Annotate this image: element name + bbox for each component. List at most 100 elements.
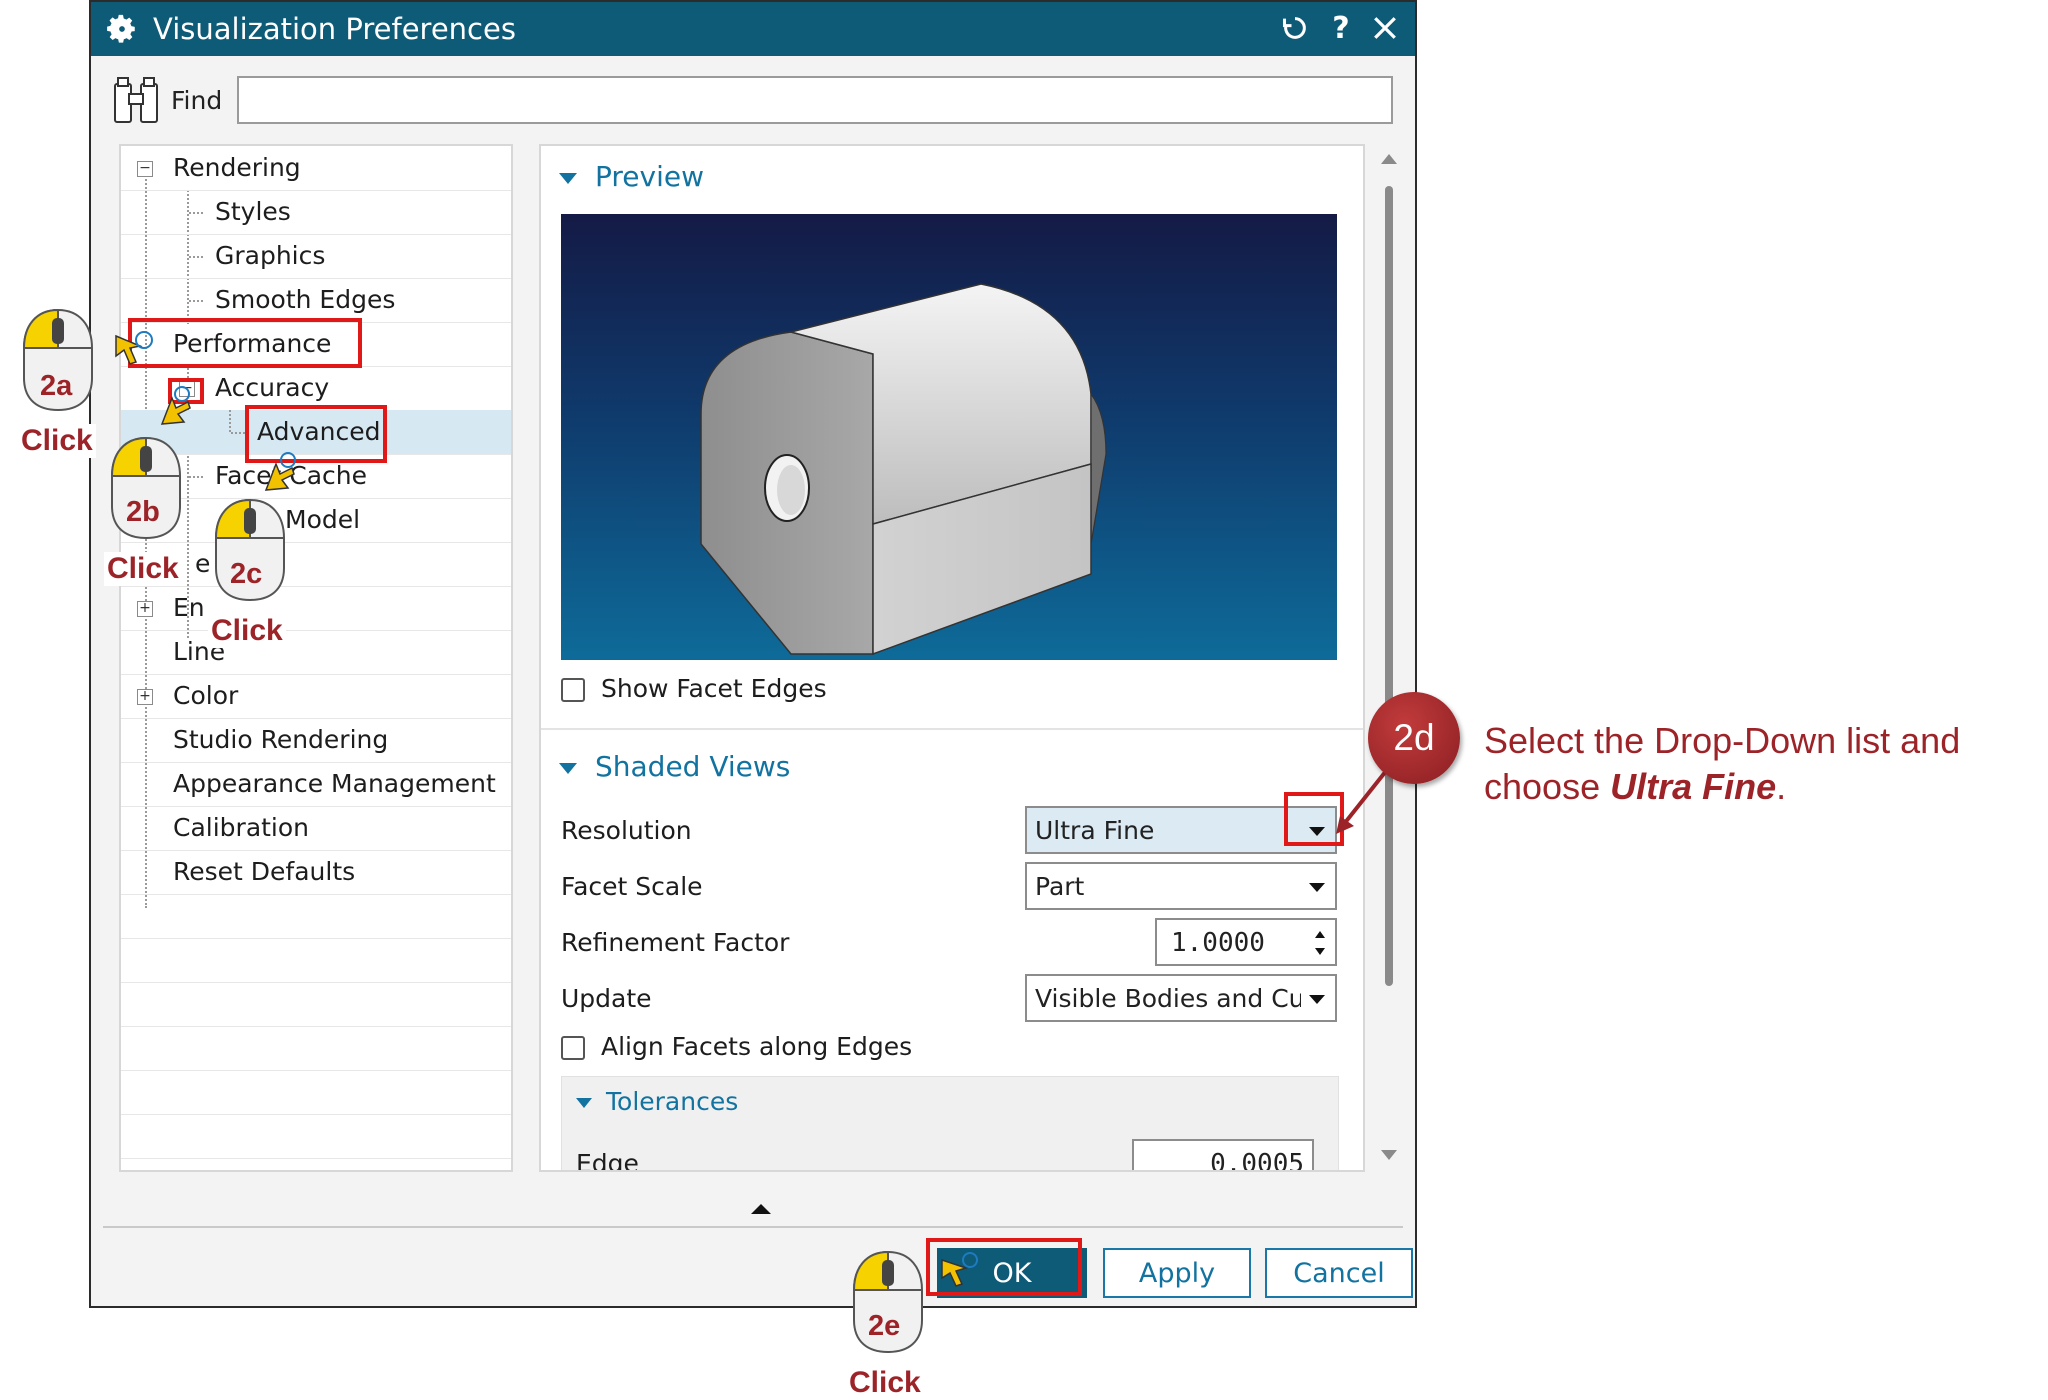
tree-item-appearance-management[interactable]: Appearance Management xyxy=(121,762,511,807)
instruction-text: . xyxy=(1776,766,1787,807)
refinement-factor-value: 1.0000 xyxy=(1171,928,1265,958)
resolution-label: Resolution xyxy=(561,816,692,845)
tree-item-reset-defaults[interactable]: Reset Defaults xyxy=(121,850,511,895)
pointer-cursor-icon xyxy=(941,1252,978,1287)
tree-item-label: Studio Rendering xyxy=(173,725,389,754)
find-input[interactable] xyxy=(237,76,1393,124)
cancel-button-label: Cancel xyxy=(1293,1257,1385,1289)
model-preview-image xyxy=(700,283,1107,656)
tree-item-label: Color xyxy=(173,681,239,710)
shaded-views-heading: Shaded Views xyxy=(595,750,791,783)
step-2a-label: 2a xyxy=(40,370,73,402)
reset-icon[interactable] xyxy=(1275,8,1315,48)
tree-empty-row xyxy=(121,894,511,939)
click-label-2c: Click xyxy=(208,614,286,648)
tree-item-label: Model xyxy=(285,505,361,534)
close-icon[interactable] xyxy=(1365,8,1405,48)
facet-scale-dropdown[interactable]: Part xyxy=(1025,862,1337,910)
pointer-cursor-icon xyxy=(264,452,296,491)
step-2d-badge: 2d xyxy=(1368,692,1460,784)
preview-viewport[interactable] xyxy=(561,214,1337,660)
tree-item-label: Smooth Edges xyxy=(215,285,396,314)
find-label: Find xyxy=(171,86,223,115)
resolution-value: Ultra Fine xyxy=(1035,816,1155,845)
tree-item-styles[interactable]: Styles xyxy=(121,190,511,235)
tolerances-section-header[interactable]: Tolerances xyxy=(576,1087,738,1116)
tree-item-label: Rendering xyxy=(173,153,301,182)
show-facet-edges-label: Show Facet Edges xyxy=(601,674,827,703)
expand-icon[interactable]: + xyxy=(137,689,153,705)
category-tree: − Rendering Styles Graphics Smooth Edges… xyxy=(119,144,513,1172)
preview-section-header[interactable]: Preview xyxy=(559,160,704,193)
vertical-scrollbar[interactable] xyxy=(1375,144,1403,1172)
scrollbar-thumb[interactable] xyxy=(1385,186,1393,986)
collapse-triangle-icon xyxy=(559,172,577,184)
chevron-down-icon[interactable] xyxy=(1309,883,1325,892)
click-label-2b: Click xyxy=(104,552,182,586)
help-icon[interactable]: ? xyxy=(1321,8,1361,48)
scroll-down-icon[interactable] xyxy=(1381,1150,1397,1160)
pointer-cursor-icon xyxy=(160,386,191,425)
apply-button-label: Apply xyxy=(1138,1257,1216,1289)
show-facet-edges-checkbox[interactable] xyxy=(561,678,585,702)
instruction-text: choose xyxy=(1484,766,1611,807)
collapse-triangle-icon xyxy=(576,1098,592,1108)
instruction-emphasis: Ultra Fine xyxy=(1610,766,1777,807)
binoculars-icon xyxy=(114,77,158,123)
click-label-2e: Click xyxy=(846,1366,924,1400)
tree-item-studio-rendering[interactable]: Studio Rendering xyxy=(121,718,511,763)
tree-item-rendering[interactable]: − Rendering xyxy=(121,146,511,191)
chevron-down-icon[interactable] xyxy=(1309,995,1325,1004)
scroll-up-icon[interactable] xyxy=(1381,154,1397,164)
tree-connector xyxy=(189,256,203,258)
edge-tolerance-value: 0.0005 xyxy=(1210,1149,1304,1172)
tree-item-label: Graphics xyxy=(215,241,326,270)
apply-button[interactable]: Apply xyxy=(1103,1248,1251,1298)
tree-item-smooth-edges[interactable]: Smooth Edges xyxy=(121,278,511,323)
gear-icon xyxy=(107,14,135,43)
preview-heading: Preview xyxy=(595,160,704,193)
tree-item-line[interactable]: Line xyxy=(121,630,511,675)
tree-item-label: Appearance Management xyxy=(173,769,496,798)
expand-up-icon[interactable] xyxy=(749,1202,773,1216)
footer-divider xyxy=(103,1226,1403,1228)
tree-connector xyxy=(189,476,203,478)
step-2e-label: 2e xyxy=(868,1310,901,1342)
instruction-line-1: Select the Drop-Down list and xyxy=(1484,720,1961,761)
tree-item-calibration[interactable]: Calibration xyxy=(121,806,511,851)
update-value: Visible Bodies and Cur xyxy=(1035,984,1301,1013)
tree-item-label: Calibration xyxy=(173,813,310,842)
shaded-views-section-header[interactable]: Shaded Views xyxy=(559,750,790,783)
spinner-arrows-icon[interactable] xyxy=(1313,926,1327,960)
tree-connector xyxy=(189,300,203,302)
refinement-factor-label: Refinement Factor xyxy=(561,928,790,957)
step-2b-label: 2b xyxy=(126,496,160,528)
cancel-button[interactable]: Cancel xyxy=(1265,1248,1413,1298)
tree-empty-row xyxy=(121,938,511,983)
update-dropdown[interactable]: Visible Bodies and Cur xyxy=(1025,974,1337,1022)
align-facets-checkbox[interactable] xyxy=(561,1036,585,1060)
expand-icon[interactable]: + xyxy=(137,601,153,617)
collapse-icon[interactable]: − xyxy=(137,161,153,177)
tree-item-label: En xyxy=(173,593,205,622)
tree-item-en[interactable]: + En xyxy=(121,586,511,631)
tree-connector xyxy=(189,212,203,214)
settings-panel: Preview Show Facet Edges Shaded Views Re… xyxy=(539,144,1365,1172)
tree-item-graphics[interactable]: Graphics xyxy=(121,234,511,279)
tree-item-color[interactable]: + Color xyxy=(121,674,511,719)
tree-empty-row xyxy=(121,1026,511,1071)
click-label-2a: Click xyxy=(18,424,96,458)
tree-empty-row xyxy=(121,1114,511,1159)
edge-tolerance-input[interactable]: 0.0005 xyxy=(1132,1139,1314,1172)
instruction-note: Select the Drop-Down list and choose Ult… xyxy=(1484,718,1960,810)
facet-scale-value: Part xyxy=(1035,872,1085,901)
title-bar: Visualization Preferences ? xyxy=(91,2,1415,56)
edge-tolerance-label: Edge xyxy=(576,1149,639,1172)
step-2c-label: 2c xyxy=(230,558,263,590)
section-divider xyxy=(541,728,1363,730)
find-row: Find xyxy=(111,74,1393,128)
tree-guide-line xyxy=(229,410,231,432)
highlight-performance xyxy=(128,318,362,368)
dialog-title: Visualization Preferences xyxy=(153,12,516,46)
refinement-factor-spinner[interactable]: 1.0000 xyxy=(1155,918,1337,966)
